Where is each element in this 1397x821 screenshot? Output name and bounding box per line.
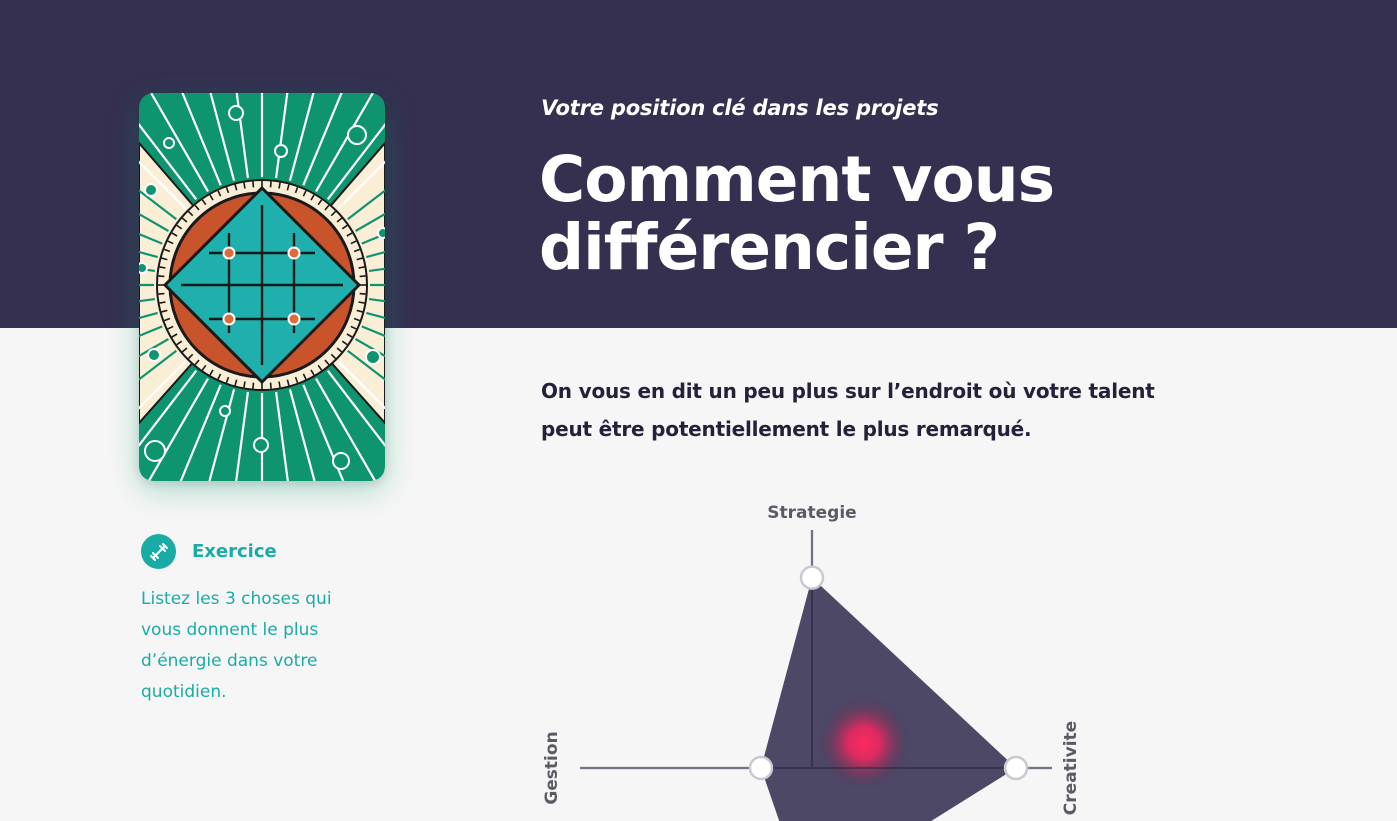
intro-paragraph: On vous en dit un peu plus sur l’endroit…	[541, 379, 1155, 441]
radar-glow	[816, 695, 912, 791]
page-subtitle: Votre position clé dans les projets	[541, 96, 939, 120]
exercise-label: Exercice	[192, 541, 277, 562]
radar-point	[748, 755, 774, 781]
exercise-header: Exercice	[141, 534, 277, 569]
page-title: Comment vous différencier ?	[539, 143, 1055, 284]
radar-axis-label: Strategie	[767, 503, 856, 523]
radar-chart: Strategie Creativite Gestion	[542, 503, 1081, 821]
profile-card-illustration	[139, 93, 385, 481]
radar-axis-label: Gestion	[542, 731, 562, 804]
radar-axis-label: Creativite	[1061, 721, 1081, 815]
radar-point	[799, 565, 825, 590]
dumbbell-icon	[141, 534, 176, 569]
radar-point	[1003, 755, 1029, 781]
exercise-text: Listez les 3 choses qui vous donnent le …	[141, 589, 332, 702]
radar-area	[760, 577, 1016, 821]
